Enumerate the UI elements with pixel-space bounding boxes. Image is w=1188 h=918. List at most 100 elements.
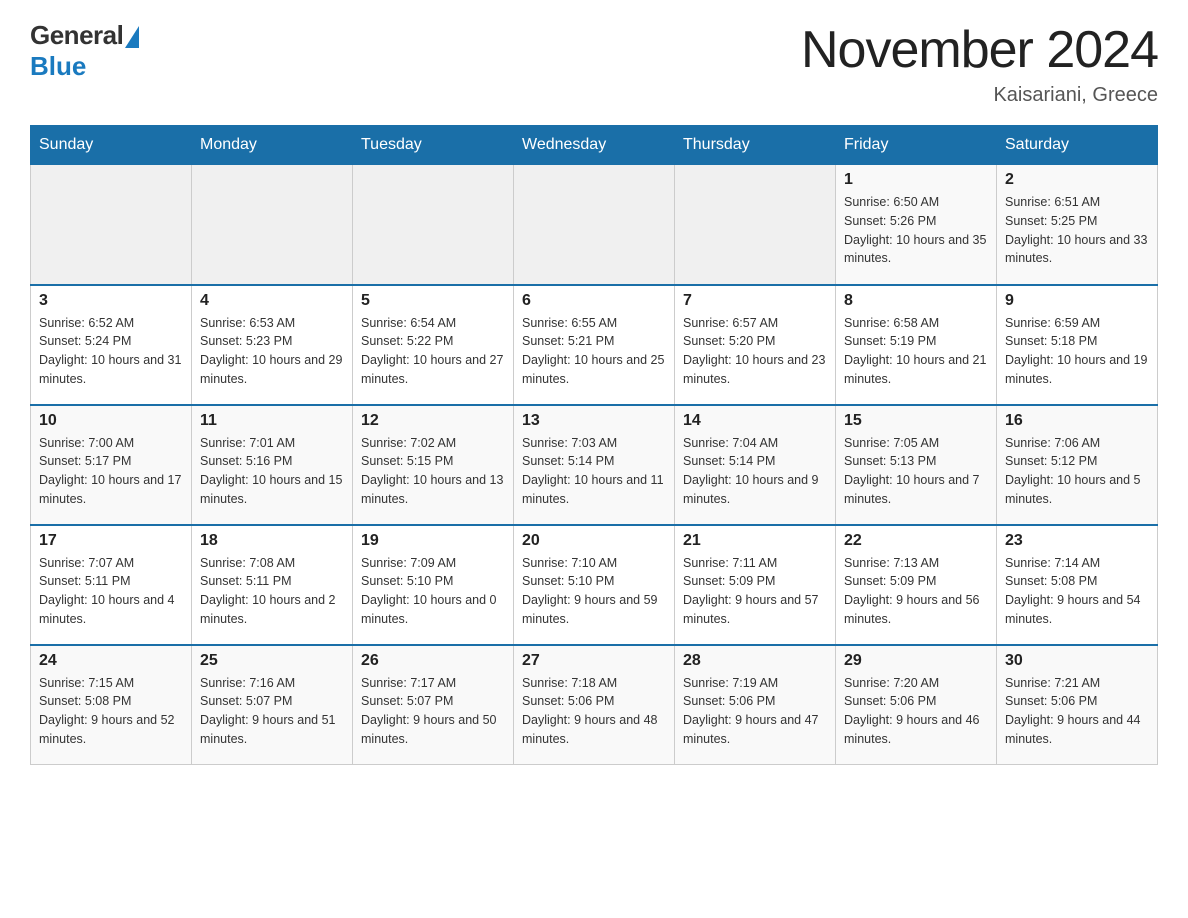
calendar-cell: 5Sunrise: 6:54 AMSunset: 5:22 PMDaylight… <box>353 285 514 405</box>
day-info: Sunrise: 7:13 AMSunset: 5:09 PMDaylight:… <box>844 554 988 629</box>
month-title: November 2024 <box>801 20 1158 80</box>
day-number: 20 <box>522 532 666 550</box>
day-info: Sunrise: 6:53 AMSunset: 5:23 PMDaylight:… <box>200 314 344 389</box>
calendar-cell: 26Sunrise: 7:17 AMSunset: 5:07 PMDayligh… <box>353 645 514 765</box>
day-info: Sunrise: 7:07 AMSunset: 5:11 PMDaylight:… <box>39 554 183 629</box>
day-info: Sunrise: 7:19 AMSunset: 5:06 PMDaylight:… <box>683 674 827 749</box>
calendar-cell <box>192 165 353 285</box>
calendar-cell: 30 Sunrise: 7:21 AMSunset: 5:06 PMDayligh… <box>997 645 1158 765</box>
day-of-week-header: Wednesday <box>514 126 675 165</box>
title-area: November 2024 Kaisariani, Greece <box>801 20 1158 107</box>
day-of-week-header: Friday <box>836 126 997 165</box>
calendar-cell: 21 Sunrise: 7:11 AMSunset: 5:09 PMDayligh… <box>675 525 836 645</box>
location: Kaisariani, Greece <box>801 84 1158 107</box>
day-number: 8 <box>844 292 988 310</box>
day-info: Sunrise: 7:21 AMSunset: 5:06 PMDaylight:… <box>1005 674 1149 749</box>
calendar-cell: 14 Sunrise: 7:04 AMSunset: 5:14 PMDayligh… <box>675 405 836 525</box>
day-number: 23 <box>1005 532 1149 550</box>
day-number: 27 <box>522 652 666 670</box>
calendar-cell: 7 Sunrise: 6:57 AMSunset: 5:20 PMDaylight… <box>675 285 836 405</box>
day-info: Sunrise: 7:15 AMSunset: 5:08 PMDaylight:… <box>39 674 183 749</box>
calendar-cell: 28Sunrise: 7:19 AMSunset: 5:06 PMDayligh… <box>675 645 836 765</box>
day-info: Sunrise: 6:51 AMSunset: 5:25 PMDaylight:… <box>1005 193 1149 268</box>
day-number: 15 <box>844 412 988 430</box>
logo: General Blue <box>30 20 139 82</box>
day-number: 22 <box>844 532 988 550</box>
day-of-week-header: Thursday <box>675 126 836 165</box>
logo-triangle-icon <box>125 26 139 48</box>
day-info: Sunrise: 7:18 AMSunset: 5:06 PMDaylight:… <box>522 674 666 749</box>
day-number: 14 <box>683 412 827 430</box>
day-number: 29 <box>844 652 988 670</box>
calendar-cell: 19Sunrise: 7:09 AMSunset: 5:10 PMDayligh… <box>353 525 514 645</box>
days-header-row: SundayMondayTuesdayWednesdayThursdayFrid… <box>31 126 1158 165</box>
day-info: Sunrise: 7:02 AMSunset: 5:15 PMDaylight:… <box>361 434 505 509</box>
day-info: Sunrise: 6:52 AMSunset: 5:24 PMDaylight:… <box>39 314 183 389</box>
calendar-cell: 9 Sunrise: 6:59 AMSunset: 5:18 PMDaylight… <box>997 285 1158 405</box>
day-info: Sunrise: 7:01 AMSunset: 5:16 PMDaylight:… <box>200 434 344 509</box>
calendar-cell: 2 Sunrise: 6:51 AMSunset: 5:25 PMDaylight… <box>997 165 1158 285</box>
day-number: 16 <box>1005 412 1149 430</box>
calendar-cell: 25Sunrise: 7:16 AMSunset: 5:07 PMDayligh… <box>192 645 353 765</box>
calendar-cell: 27 Sunrise: 7:18 AMSunset: 5:06 PMDayligh… <box>514 645 675 765</box>
day-number: 9 <box>1005 292 1149 310</box>
day-number: 17 <box>39 532 183 550</box>
calendar-week-row: 3 Sunrise: 6:52 AMSunset: 5:24 PMDaylight… <box>31 285 1158 405</box>
calendar-cell: 6 Sunrise: 6:55 AMSunset: 5:21 PMDaylight… <box>514 285 675 405</box>
day-info: Sunrise: 7:10 AMSunset: 5:10 PMDaylight:… <box>522 554 666 629</box>
logo-blue-text: Blue <box>30 51 86 82</box>
calendar-cell: 24 Sunrise: 7:15 AMSunset: 5:08 PMDayligh… <box>31 645 192 765</box>
day-number: 21 <box>683 532 827 550</box>
day-number: 2 <box>1005 171 1149 189</box>
calendar-cell: 16Sunrise: 7:06 AMSunset: 5:12 PMDayligh… <box>997 405 1158 525</box>
day-info: Sunrise: 7:14 AMSunset: 5:08 PMDaylight:… <box>1005 554 1149 629</box>
day-number: 18 <box>200 532 344 550</box>
day-info: Sunrise: 7:00 AMSunset: 5:17 PMDaylight:… <box>39 434 183 509</box>
day-number: 7 <box>683 292 827 310</box>
day-info: Sunrise: 7:17 AMSunset: 5:07 PMDaylight:… <box>361 674 505 749</box>
calendar-week-row: 17 Sunrise: 7:07 AMSunset: 5:11 PMDayligh… <box>31 525 1158 645</box>
day-number: 4 <box>200 292 344 310</box>
day-of-week-header: Monday <box>192 126 353 165</box>
calendar-week-row: 10 Sunrise: 7:00 AMSunset: 5:17 PMDayligh… <box>31 405 1158 525</box>
day-number: 6 <box>522 292 666 310</box>
day-info: Sunrise: 6:59 AMSunset: 5:18 PMDaylight:… <box>1005 314 1149 389</box>
calendar-cell <box>675 165 836 285</box>
day-info: Sunrise: 6:57 AMSunset: 5:20 PMDaylight:… <box>683 314 827 389</box>
day-info: Sunrise: 7:20 AMSunset: 5:06 PMDaylight:… <box>844 674 988 749</box>
day-number: 19 <box>361 532 505 550</box>
calendar-cell: 29 Sunrise: 7:20 AMSunset: 5:06 PMDayligh… <box>836 645 997 765</box>
day-info: Sunrise: 6:54 AMSunset: 5:22 PMDaylight:… <box>361 314 505 389</box>
calendar-cell <box>353 165 514 285</box>
day-number: 24 <box>39 652 183 670</box>
calendar-week-row: 1Sunrise: 6:50 AMSunset: 5:26 PMDaylight… <box>31 165 1158 285</box>
calendar-cell <box>514 165 675 285</box>
day-of-week-header: Sunday <box>31 126 192 165</box>
day-of-week-header: Saturday <box>997 126 1158 165</box>
day-number: 11 <box>200 412 344 430</box>
logo-general-text: General <box>30 20 123 51</box>
calendar-cell: 18 Sunrise: 7:08 AMSunset: 5:11 PMDayligh… <box>192 525 353 645</box>
day-number: 30 <box>1005 652 1149 670</box>
day-info: Sunrise: 7:08 AMSunset: 5:11 PMDaylight:… <box>200 554 344 629</box>
calendar-cell: 3 Sunrise: 6:52 AMSunset: 5:24 PMDaylight… <box>31 285 192 405</box>
calendar-cell: 15 Sunrise: 7:05 AMSunset: 5:13 PMDayligh… <box>836 405 997 525</box>
day-number: 25 <box>200 652 344 670</box>
calendar-cell <box>31 165 192 285</box>
day-number: 3 <box>39 292 183 310</box>
day-number: 13 <box>522 412 666 430</box>
day-info: Sunrise: 7:03 AMSunset: 5:14 PMDaylight:… <box>522 434 666 509</box>
day-number: 10 <box>39 412 183 430</box>
day-number: 12 <box>361 412 505 430</box>
calendar-cell: 8 Sunrise: 6:58 AMSunset: 5:19 PMDaylight… <box>836 285 997 405</box>
day-info: Sunrise: 7:04 AMSunset: 5:14 PMDaylight:… <box>683 434 827 509</box>
calendar-cell: 4 Sunrise: 6:53 AMSunset: 5:23 PMDaylight… <box>192 285 353 405</box>
day-info: Sunrise: 7:11 AMSunset: 5:09 PMDaylight:… <box>683 554 827 629</box>
day-info: Sunrise: 6:58 AMSunset: 5:19 PMDaylight:… <box>844 314 988 389</box>
calendar-cell: 13 Sunrise: 7:03 AMSunset: 5:14 PMDayligh… <box>514 405 675 525</box>
day-info: Sunrise: 7:05 AMSunset: 5:13 PMDaylight:… <box>844 434 988 509</box>
calendar-cell: 22 Sunrise: 7:13 AMSunset: 5:09 PMDayligh… <box>836 525 997 645</box>
day-info: Sunrise: 6:50 AMSunset: 5:26 PMDaylight:… <box>844 193 988 268</box>
day-info: Sunrise: 6:55 AMSunset: 5:21 PMDaylight:… <box>522 314 666 389</box>
calendar-cell: 17 Sunrise: 7:07 AMSunset: 5:11 PMDayligh… <box>31 525 192 645</box>
